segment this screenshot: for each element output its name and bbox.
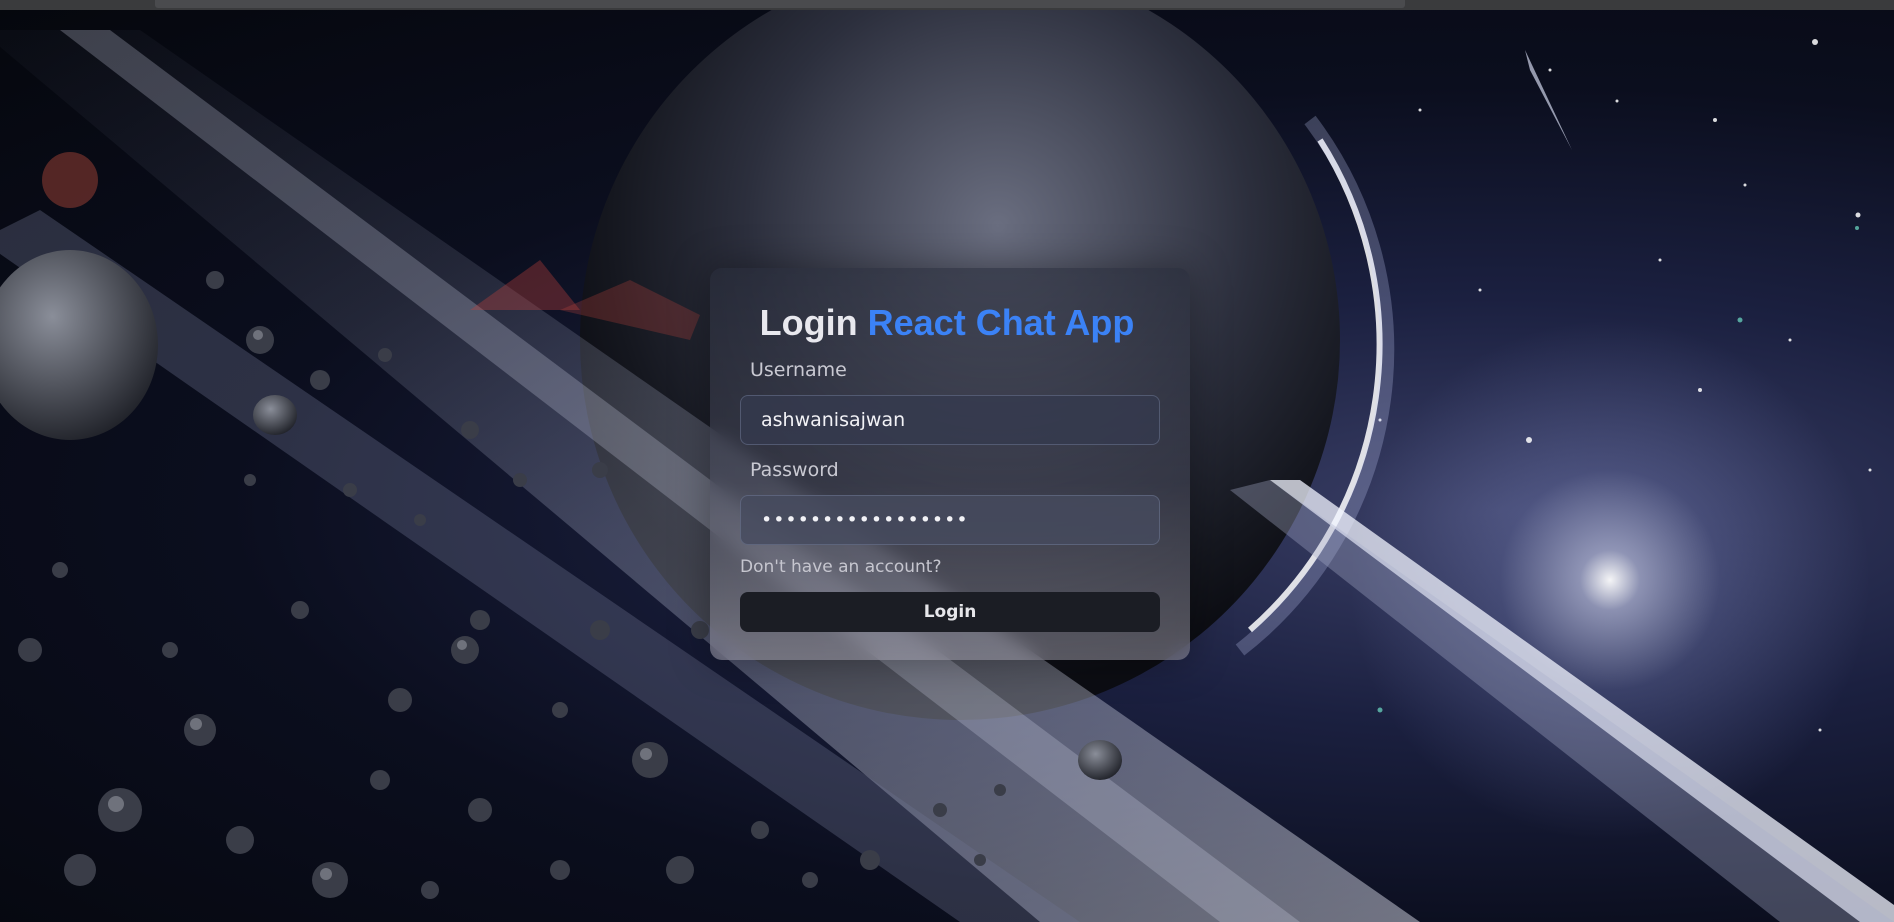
browser-top-strip: [0, 0, 1894, 10]
username-label: Username: [750, 359, 847, 381]
login-button[interactable]: Login: [740, 592, 1160, 632]
password-input[interactable]: [740, 495, 1160, 545]
browser-top-strip-inner: [155, 0, 1405, 8]
page-title-prefix: Login: [759, 302, 858, 343]
page-title: Login React Chat App: [0, 302, 1894, 344]
username-input[interactable]: [740, 395, 1160, 445]
page-title-accent: React Chat App: [867, 302, 1135, 343]
password-label: Password: [750, 459, 839, 481]
signup-link[interactable]: Don't have an account?: [740, 557, 941, 577]
